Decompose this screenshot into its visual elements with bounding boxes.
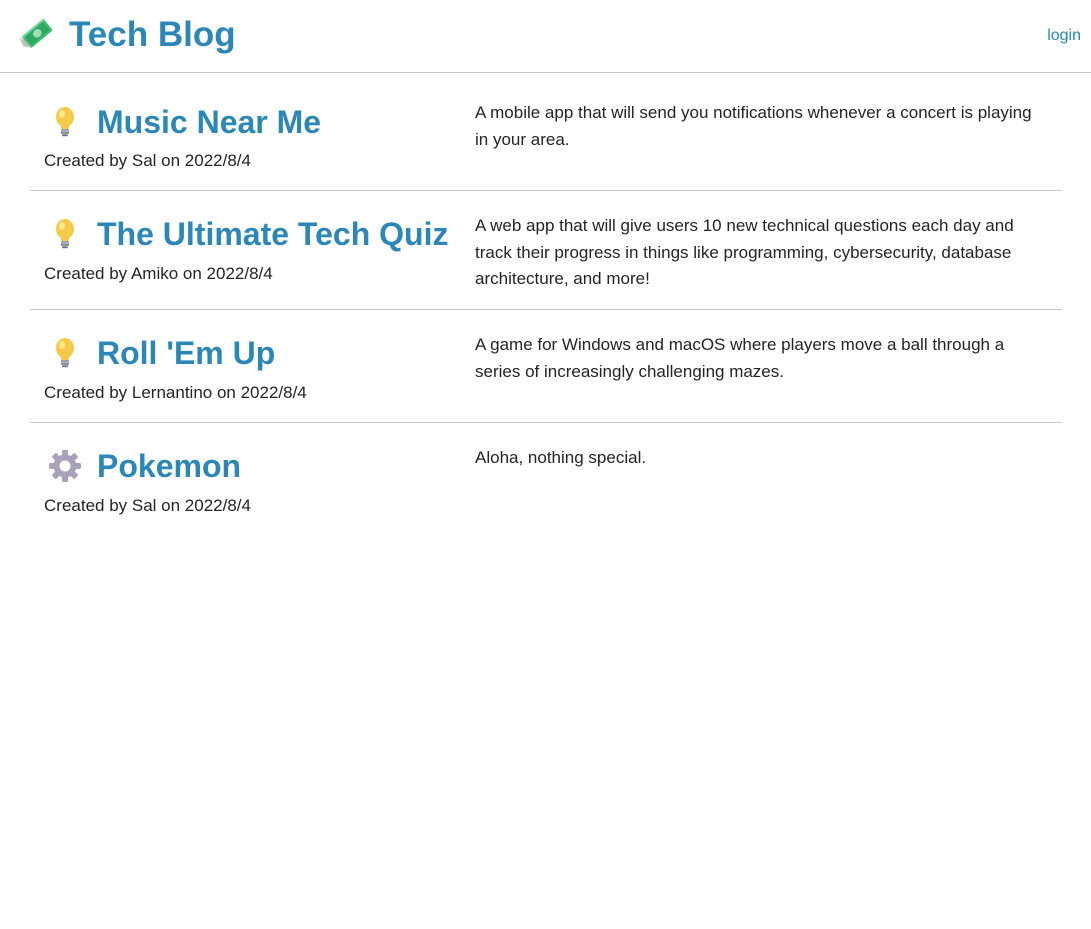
site-title[interactable]: Tech Blog — [69, 13, 236, 57]
post-meta: Created by Lernantino on 2022/8/4 — [44, 383, 307, 402]
post-description: A mobile app that will send you notifica… — [475, 103, 1032, 149]
money-wings-icon[interactable] — [17, 16, 53, 52]
post-description: Aloha, nothing special. — [475, 448, 647, 467]
post-meta: Created by Amiko on 2022/8/4 — [44, 264, 273, 283]
post-description: A game for Windows and macOS where playe… — [475, 335, 1005, 381]
post-card: The Ultimate Tech Quiz Created by Amiko … — [30, 191, 1062, 310]
lightbulb-icon — [48, 336, 82, 370]
gear-icon — [48, 449, 82, 483]
post-card: Roll 'Em Up Created by Lernantino on 202… — [30, 310, 1062, 423]
post-description: A web app that will give users 10 new te… — [475, 216, 1014, 288]
post-list: Music Near Me Created by Sal on 2022/8/4… — [30, 73, 1062, 533]
post-card: Pokemon Created by Sal on 2022/8/4 Aloha… — [30, 423, 1062, 533]
login-link[interactable]: login — [1047, 26, 1081, 46]
post-title[interactable]: Roll 'Em Up — [97, 333, 275, 373]
post-title[interactable]: The Ultimate Tech Quiz — [97, 214, 448, 254]
post-meta: Created by Sal on 2022/8/4 — [44, 496, 251, 515]
lightbulb-icon — [48, 217, 82, 251]
post-meta: Created by Sal on 2022/8/4 — [44, 151, 251, 170]
site-header: Tech Blog login — [0, 0, 1091, 73]
lightbulb-icon — [48, 105, 82, 139]
post-title[interactable]: Pokemon — [97, 446, 241, 486]
post-card: Music Near Me Created by Sal on 2022/8/4… — [30, 73, 1062, 191]
post-title[interactable]: Music Near Me — [97, 102, 321, 142]
